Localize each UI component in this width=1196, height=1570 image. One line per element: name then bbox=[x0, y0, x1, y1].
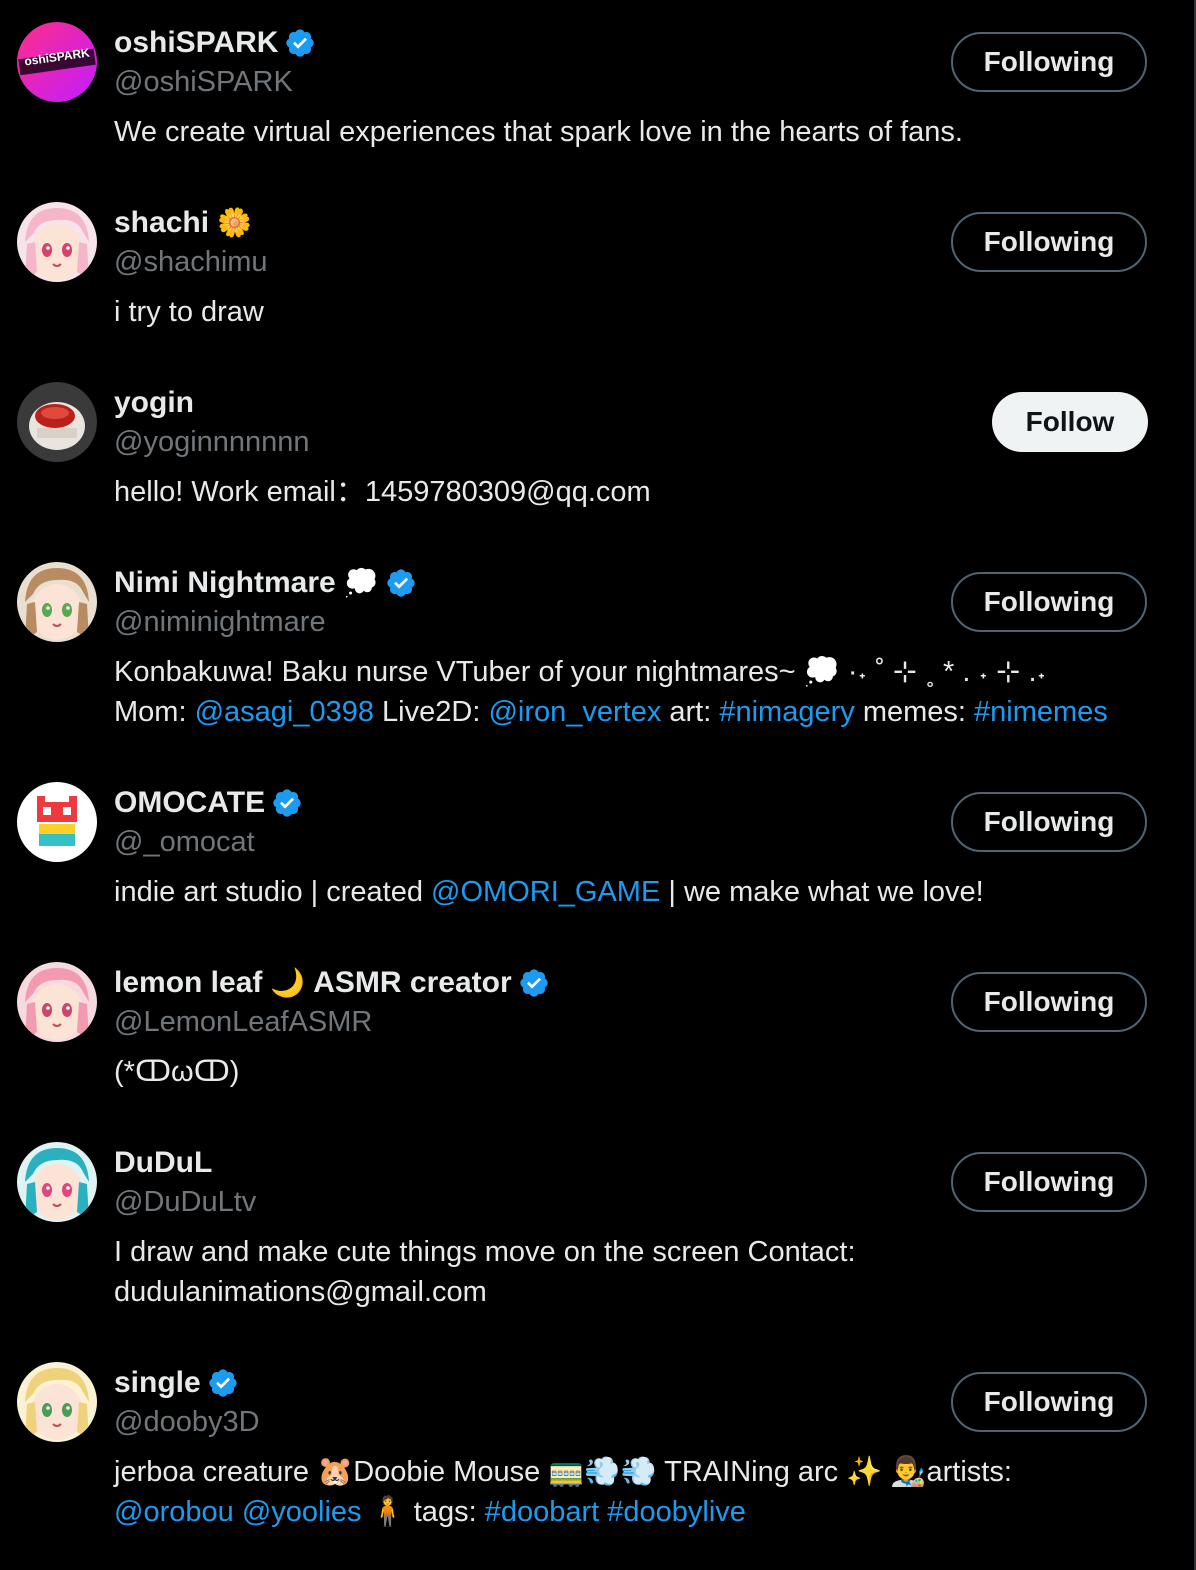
bio-text: Konbakuwa! Baku nurse VTuber of your nig… bbox=[114, 656, 1047, 688]
following-button[interactable]: Following bbox=[951, 212, 1147, 272]
bio-text: i try to draw bbox=[114, 296, 264, 328]
name-line: shachi 🌼 bbox=[114, 202, 252, 244]
bio-mention-link[interactable]: @orobou bbox=[114, 1496, 234, 1528]
verified-badge-icon[interactable] bbox=[518, 967, 550, 999]
name-emoji: 💭 bbox=[343, 566, 379, 599]
verified-badge-icon[interactable] bbox=[207, 1367, 239, 1399]
verified-badge-icon[interactable] bbox=[385, 567, 417, 599]
following-button[interactable]: Following bbox=[951, 972, 1147, 1032]
user-handle[interactable]: @dooby3D bbox=[114, 1406, 260, 1439]
user-handle[interactable]: @LemonLeafASMR bbox=[114, 1006, 372, 1039]
name-line: Nimi Nightmare 💭 bbox=[114, 562, 417, 604]
user-handle[interactable]: @_omocat bbox=[114, 826, 255, 859]
name-line: OMOCATE bbox=[114, 782, 303, 824]
display-name[interactable]: DuDuL bbox=[114, 1146, 212, 1180]
display-name[interactable]: oshiSPARK bbox=[114, 26, 278, 60]
bio-mention-link[interactable]: @OMORI_GAME bbox=[431, 876, 660, 908]
avatar[interactable] bbox=[17, 962, 97, 1042]
user-bio: indie art studio | created @OMORI_GAME |… bbox=[114, 872, 1154, 912]
user-bio: jerboa creature 🐹Doobie Mouse 🚃💨💨 TRAINi… bbox=[114, 1452, 1154, 1532]
bio-text: Mom: bbox=[114, 696, 195, 728]
name-line: oshiSPARK bbox=[114, 22, 316, 64]
avatar[interactable] bbox=[17, 562, 97, 642]
bio-text: (*ↀωↀ) bbox=[114, 1056, 240, 1088]
bio-text: I draw and make cute things move on the … bbox=[114, 1236, 856, 1308]
following-button[interactable]: Following bbox=[951, 792, 1147, 852]
user-bio: hello! Work email：1459780309@qq.com bbox=[114, 472, 1154, 512]
bio-mention-link[interactable]: @asagi_0398 bbox=[195, 696, 374, 728]
bio-text: memes: bbox=[854, 696, 975, 728]
following-button[interactable]: Following bbox=[951, 32, 1147, 92]
user-handle[interactable]: @yoginnnnnnn bbox=[114, 426, 310, 459]
user-handle[interactable]: @shachimu bbox=[114, 246, 268, 279]
avatar[interactable] bbox=[17, 382, 97, 462]
user-bio: We create virtual experiences that spark… bbox=[114, 112, 1154, 152]
bio-text: We create virtual experiences that spark… bbox=[114, 116, 963, 148]
bio-mention-link[interactable]: @iron_vertex bbox=[488, 696, 661, 728]
avatar[interactable] bbox=[17, 1142, 97, 1222]
verified-badge-icon[interactable] bbox=[271, 787, 303, 819]
avatar[interactable] bbox=[17, 202, 97, 282]
name-line: yogin bbox=[114, 382, 194, 424]
name-emoji: 🌙 bbox=[270, 966, 306, 999]
verified-badge-icon[interactable] bbox=[284, 27, 316, 59]
bio-text: 🧍 tags: bbox=[361, 1496, 485, 1528]
following-button[interactable]: Following bbox=[951, 572, 1147, 632]
following-button[interactable]: Following bbox=[951, 1372, 1147, 1432]
name-line: single bbox=[114, 1362, 239, 1404]
bio-text: art: bbox=[661, 696, 720, 728]
display-name[interactable]: single bbox=[114, 1366, 201, 1400]
display-name[interactable]: yogin bbox=[114, 386, 194, 420]
user-bio: (*ↀωↀ) bbox=[114, 1052, 1154, 1092]
bio-text: jerboa creature 🐹Doobie Mouse 🚃💨💨 TRAINi… bbox=[114, 1456, 1012, 1488]
bio-hashtag-link[interactable]: #doobylive bbox=[607, 1496, 746, 1528]
avatar[interactable]: oshiSPARK bbox=[17, 22, 97, 102]
avatar[interactable] bbox=[17, 1362, 97, 1442]
bio-mention-link[interactable]: @yoolies bbox=[242, 1496, 362, 1528]
user-bio: I draw and make cute things move on the … bbox=[114, 1232, 1154, 1312]
avatar[interactable] bbox=[17, 782, 97, 862]
display-name[interactable]: OMOCATE bbox=[114, 786, 265, 820]
user-bio: Konbakuwa! Baku nurse VTuber of your nig… bbox=[114, 652, 1154, 732]
display-name[interactable]: shachi bbox=[114, 206, 209, 240]
bio-text: hello! Work email：1459780309@qq.com bbox=[114, 476, 651, 508]
following-button[interactable]: Following bbox=[951, 1152, 1147, 1212]
bio-hashtag-link[interactable]: #nimemes bbox=[974, 696, 1108, 728]
display-name-suffix[interactable]: ASMR creator bbox=[313, 966, 511, 1000]
bio-text: Live2D: bbox=[373, 696, 489, 728]
display-name[interactable]: Nimi Nightmare bbox=[114, 566, 336, 600]
name-emoji: 🌼 bbox=[217, 206, 252, 239]
bio-text: | we make what we love! bbox=[660, 876, 984, 908]
bio-hashtag-link[interactable]: #doobart bbox=[485, 1496, 600, 1528]
user-bio: i try to draw bbox=[114, 292, 1154, 332]
bio-text: indie art studio | created bbox=[114, 876, 432, 908]
user-handle[interactable]: @niminightmare bbox=[114, 606, 326, 639]
bio-hashtag-link[interactable]: #nimagery bbox=[719, 696, 854, 728]
user-handle[interactable]: @oshiSPARK bbox=[114, 66, 293, 99]
bio-text bbox=[234, 1496, 242, 1528]
user-handle[interactable]: @DuDuLtv bbox=[114, 1186, 256, 1219]
name-line: lemon leaf 🌙 ASMR creator bbox=[114, 962, 550, 1004]
name-line: DuDuL bbox=[114, 1142, 212, 1184]
display-name[interactable]: lemon leaf bbox=[114, 966, 262, 1000]
follow-button[interactable]: Follow bbox=[992, 392, 1148, 452]
